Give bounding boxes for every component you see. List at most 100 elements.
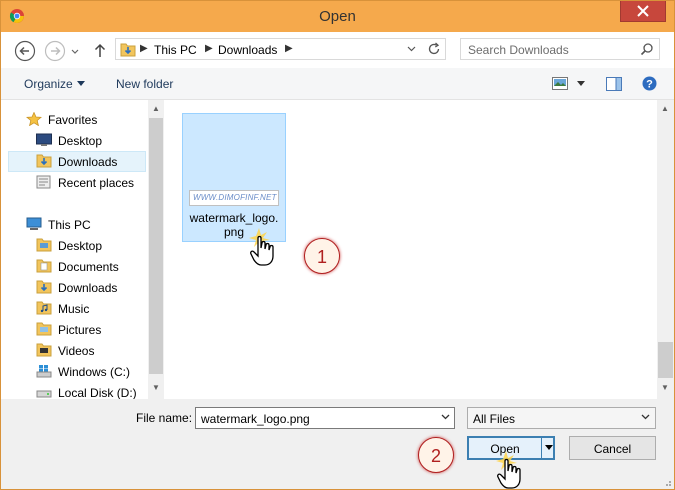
chevron-down-icon[interactable] (577, 81, 585, 86)
dialog-footer: File name: watermark_logo.png All Files … (1, 399, 674, 489)
sidebar-item-label: Pictures (58, 323, 102, 337)
sidebar-item-recent-places[interactable]: Recent places (8, 172, 146, 193)
recent-places-icon (36, 175, 51, 189)
sidebar-item-favorites[interactable]: Favorites (8, 109, 146, 130)
preview-pane-icon[interactable] (606, 77, 622, 91)
breadcrumb-separator-icon[interactable]: ▶ (140, 43, 148, 54)
file-list-area[interactable]: WWW.DIMOFINF.NET watermark_logo. png (164, 100, 657, 399)
scroll-up-icon[interactable]: ▲ (661, 104, 669, 113)
step-marker-1: 1 (304, 238, 340, 274)
chevron-down-icon[interactable] (77, 81, 85, 86)
sidebar-item-downloads[interactable]: Downloads (8, 151, 146, 172)
sidebar-item-label: Recent places (58, 176, 135, 190)
thumbnail-text: WWW.DIMOFINF.NET (193, 193, 277, 202)
address-bar[interactable]: ▶ This PC ▶ Downloads ▶ (115, 38, 446, 60)
search-placeholder: Search Downloads (468, 43, 569, 57)
sidebar-item-label: Music (58, 302, 90, 316)
file-list-scrollbar[interactable]: ▲ ▼ (657, 100, 674, 399)
disk-drive-icon (36, 390, 52, 398)
view-options-icon[interactable] (552, 77, 568, 90)
sidebar-item-pictures[interactable]: Pictures (8, 319, 146, 340)
sidebar-item-this-pc[interactable]: This PC (8, 214, 146, 235)
folder-icon (36, 238, 52, 252)
step-number: 2 (430, 446, 441, 466)
sidebar-item-label: Local Disk (D:) (58, 386, 137, 399)
computer-icon (26, 217, 42, 230)
breadcrumb-separator-icon[interactable]: ▶ (205, 43, 213, 54)
sidebar-item-label: This PC (48, 218, 91, 232)
window-title: Open (319, 8, 356, 25)
svg-text:?: ? (646, 79, 653, 91)
back-button[interactable] (14, 40, 36, 62)
sidebar-item-pc-downloads[interactable]: Downloads (8, 277, 146, 298)
step-number: 1 (316, 247, 327, 267)
sidebar-item-documents[interactable]: Documents (8, 256, 146, 277)
sidebar-item-label: Videos (58, 344, 95, 358)
help-icon[interactable]: ? (642, 76, 657, 91)
sidebar-item-label: Downloads (58, 281, 118, 295)
title-bar[interactable]: Open (1, 1, 674, 32)
sidebar-item-label: Downloads (58, 155, 118, 169)
open-dialog: Open ▶ This PC ▶ Downloads ▶ Search Down… (0, 0, 675, 490)
folder-icon (36, 259, 52, 273)
organize-button[interactable]: Organize (24, 77, 73, 91)
file-name-label: File name: (136, 411, 193, 425)
file-type-select[interactable]: All Files (467, 407, 656, 429)
up-button[interactable] (92, 40, 108, 62)
desktop-icon (36, 133, 52, 146)
file-type-value: All Files (473, 412, 516, 426)
navigation-pane: Favorites Desktop Downloads Recent place… (1, 100, 148, 399)
folder-icon (36, 322, 52, 336)
step-marker-2: 2 (418, 437, 454, 473)
scroll-up-icon[interactable]: ▲ (152, 104, 160, 113)
sidebar-item-label: Desktop (58, 134, 103, 148)
search-input[interactable]: Search Downloads (460, 38, 660, 60)
navigation-pane-scrollbar[interactable]: ▲ ▼ (148, 100, 164, 399)
cancel-button[interactable]: Cancel (569, 436, 656, 460)
file-name-field[interactable]: watermark_logo.png (195, 407, 455, 429)
file-thumbnail: WWW.DIMOFINF.NET (189, 190, 279, 206)
sidebar-item-pc-desktop[interactable]: Desktop (8, 235, 146, 256)
breadcrumb-separator-icon[interactable]: ▶ (285, 43, 293, 54)
scroll-down-icon[interactable]: ▼ (152, 383, 160, 392)
resize-grip-icon[interactable] (662, 477, 672, 487)
sidebar-item-label: Desktop (58, 239, 103, 253)
sidebar-item-windows-c[interactable]: Windows (C:) (8, 361, 146, 382)
scrollbar-thumb[interactable] (658, 342, 673, 378)
file-name-value: watermark_logo.png (201, 412, 310, 426)
music-folder-icon (36, 301, 52, 315)
close-button[interactable] (620, 1, 666, 22)
new-folder-button[interactable]: New folder (116, 77, 173, 91)
cancel-button-label: Cancel (593, 442, 632, 456)
chevron-down-icon[interactable] (441, 414, 450, 420)
downloads-folder-icon (36, 154, 52, 168)
split-divider (541, 438, 542, 458)
close-icon (637, 5, 649, 17)
refresh-icon[interactable] (427, 42, 441, 56)
hand-cursor-icon (496, 451, 521, 489)
windows-drive-icon (36, 365, 52, 378)
sidebar-item-videos[interactable]: Videos (8, 340, 146, 361)
sidebar-item-label: Windows (C:) (58, 365, 131, 379)
downloads-folder-icon (120, 43, 136, 57)
breadcrumb-this-pc[interactable]: This PC (154, 43, 197, 57)
sidebar-item-label: Favorites (48, 113, 98, 127)
file-name-line: watermark_logo. (189, 211, 279, 225)
star-icon (26, 112, 42, 126)
breadcrumb-downloads[interactable]: Downloads (218, 43, 277, 57)
forward-button[interactable] (44, 40, 66, 62)
chevron-down-icon[interactable] (545, 445, 553, 450)
sidebar-item-local-disk-d[interactable]: Local Disk (D:) (8, 382, 146, 399)
hand-cursor-icon (249, 228, 274, 266)
sidebar-item-desktop[interactable]: Desktop (8, 130, 146, 151)
scroll-down-icon[interactable]: ▼ (661, 383, 669, 392)
video-folder-icon (36, 343, 52, 357)
navigation-bar: ▶ This PC ▶ Downloads ▶ Search Downloads (1, 32, 674, 68)
chevron-down-icon[interactable] (407, 46, 416, 52)
recent-locations-dropdown[interactable] (69, 40, 81, 62)
sidebar-item-music[interactable]: Music (8, 298, 146, 319)
search-icon[interactable] (640, 42, 654, 56)
chevron-down-icon (641, 414, 650, 420)
file-item[interactable]: WWW.DIMOFINF.NET watermark_logo. png (182, 113, 286, 242)
scrollbar-thumb[interactable] (149, 118, 163, 374)
